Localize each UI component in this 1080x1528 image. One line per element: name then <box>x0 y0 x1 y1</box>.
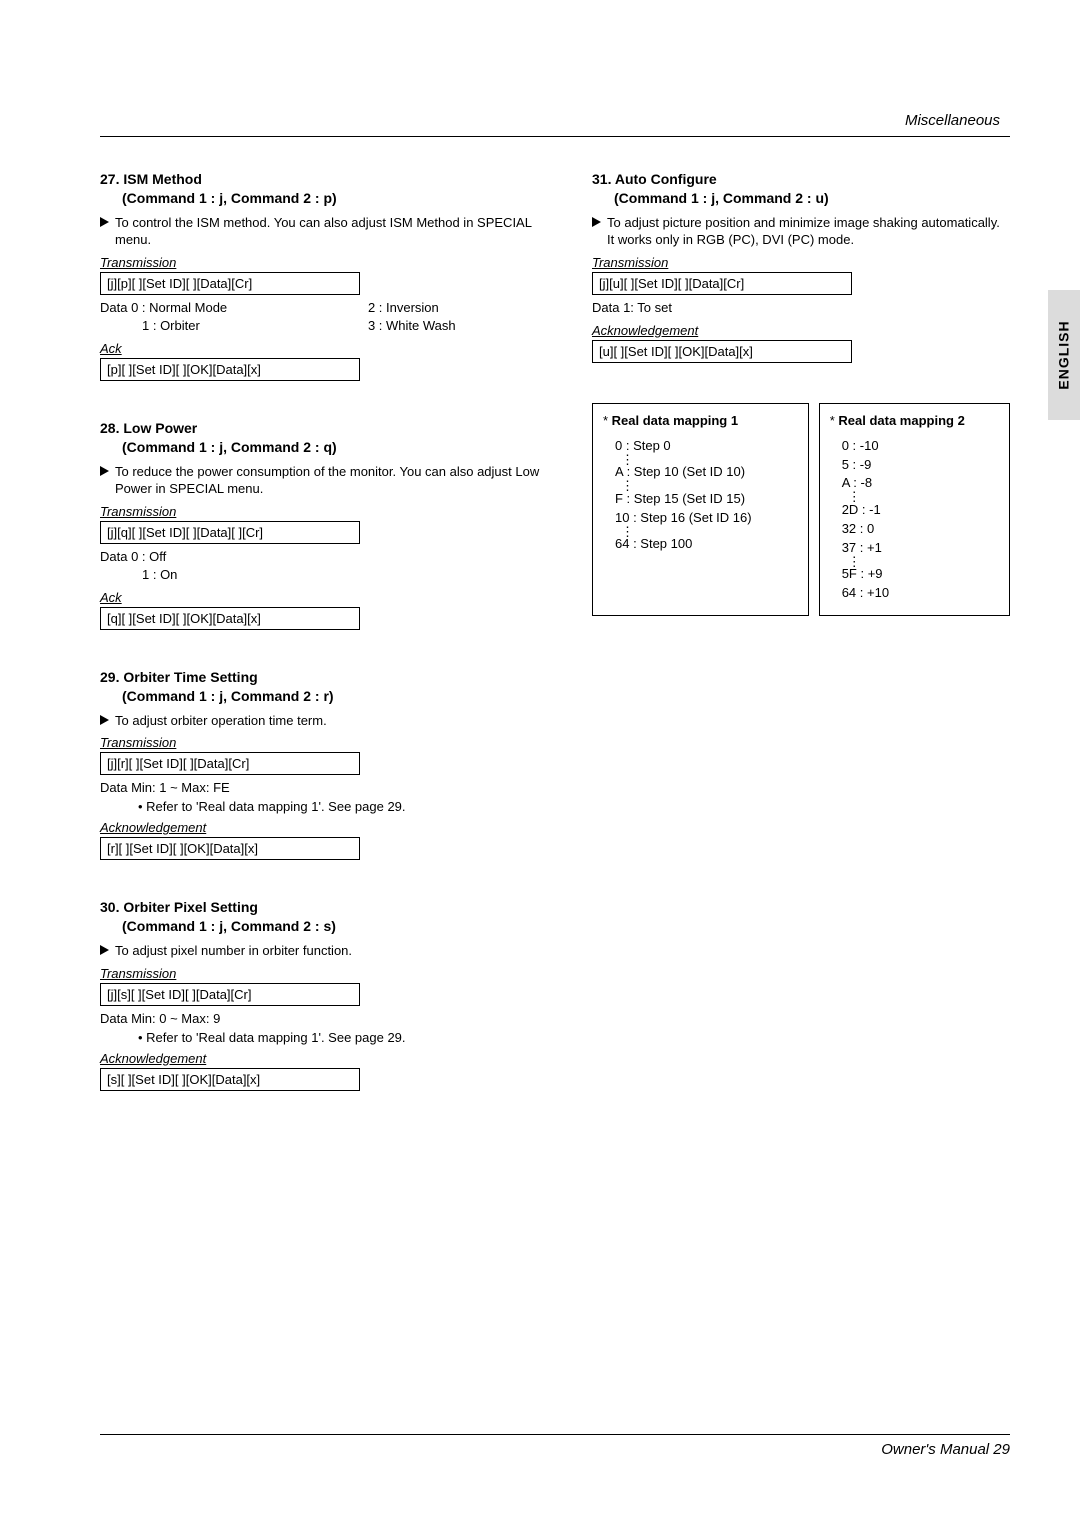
map-row: 64 : +10 <box>842 584 999 603</box>
map-row: A : Step 10 (Set ID 10) <box>615 463 798 482</box>
section-subtitle: (Command 1 : j, Command 2 : q) <box>122 439 562 455</box>
vdots-icon: ⋮ <box>621 482 798 490</box>
data-row: Data Min: 0 ~ Max: 9 <box>100 1010 562 1028</box>
data-row: Data 0 : Off <box>100 548 562 566</box>
map-row: 5 : -9 <box>842 456 999 475</box>
map-row: 64 : Step 100 <box>615 535 798 554</box>
map-title: Real data mapping 2 <box>838 413 964 428</box>
ack-label: Acknowledgement <box>100 820 562 835</box>
map-row: 0 : -10 <box>842 437 999 456</box>
real-data-mapping-1: * Real data mapping 1 0 : Step 0 ⋮ A : S… <box>592 403 809 616</box>
data-values: Data 0 : Normal Mode 1 : Orbiter 2 : Inv… <box>100 299 562 335</box>
section-subtitle: (Command 1 : j, Command 2 : u) <box>614 190 1010 206</box>
data-row: 1 : On <box>142 566 562 584</box>
section-27: 27. ISM Method (Command 1 : j, Command 2… <box>100 170 562 381</box>
section-28: 28. Low Power (Command 1 : j, Command 2 … <box>100 419 562 630</box>
triangle-icon <box>592 217 601 227</box>
map-title: Real data mapping 1 <box>612 413 738 428</box>
ack-code: [r][ ][Set ID][ ][OK][Data][x] <box>100 837 360 860</box>
section-title: 30. Orbiter Pixel Setting <box>100 898 562 918</box>
transmission-code: [j][q][ ][Set ID][ ][Data][ ][Cr] <box>100 521 360 544</box>
vdots-icon: ⋮ <box>621 456 798 464</box>
transmission-label: Transmission <box>592 255 1010 270</box>
data-mapping-tables: * Real data mapping 1 0 : Step 0 ⋮ A : S… <box>592 403 1010 616</box>
ack-code: [q][ ][Set ID][ ][OK][Data][x] <box>100 607 360 630</box>
map-row: 2D : -1 <box>842 501 999 520</box>
section-desc: To adjust pixel number in orbiter functi… <box>100 942 562 960</box>
transmission-label: Transmission <box>100 735 562 750</box>
section-subtitle: (Command 1 : j, Command 2 : s) <box>122 918 562 934</box>
section-subtitle: (Command 1 : j, Command 2 : r) <box>122 688 562 704</box>
section-30: 30. Orbiter Pixel Setting (Command 1 : j… <box>100 898 562 1090</box>
transmission-code: [j][s][ ][Set ID][ ][Data][Cr] <box>100 983 360 1006</box>
map-row: F : Step 15 (Set ID 15) <box>615 490 798 509</box>
page-category: Miscellaneous <box>905 112 1000 129</box>
footer-text: Owner's Manual 29 <box>100 1441 1010 1458</box>
data-row: Data Min: 1 ~ Max: FE <box>100 779 562 797</box>
data-row: Data 0 : Normal Mode <box>100 299 368 317</box>
data-row: 1 : Orbiter <box>142 317 368 335</box>
real-data-mapping-2: * Real data mapping 2 0 : -10 5 : -9 A :… <box>819 403 1010 616</box>
ack-label: Ack <box>100 341 562 356</box>
data-note: • Refer to 'Real data mapping 1'. See pa… <box>138 1030 562 1045</box>
vdots-icon: ⋮ <box>848 558 999 566</box>
map-row: 5F : +9 <box>842 565 999 584</box>
vdots-icon: ⋮ <box>621 528 798 536</box>
section-title: 31. Auto Configure <box>592 170 1010 190</box>
map-row: 37 : +1 <box>842 539 999 558</box>
language-tab-label: ENGLISH <box>1056 320 1072 389</box>
section-desc: To reduce the power consumption of the m… <box>100 463 562 498</box>
section-title: 27. ISM Method <box>100 170 562 190</box>
vdots-icon: ⋮ <box>848 493 999 501</box>
transmission-code: [j][p][ ][Set ID][ ][Data][Cr] <box>100 272 360 295</box>
desc-text: To adjust orbiter operation time term. <box>115 712 327 730</box>
page-footer: Owner's Manual 29 <box>100 1434 1010 1458</box>
section-desc: To control the ISM method. You can also … <box>100 214 562 249</box>
ack-label: Acknowledgement <box>592 323 1010 338</box>
data-note: • Refer to 'Real data mapping 1'. See pa… <box>138 799 562 814</box>
section-subtitle: (Command 1 : j, Command 2 : p) <box>122 190 562 206</box>
transmission-code: [j][u][ ][Set ID][ ][Data][Cr] <box>592 272 852 295</box>
footer-rule <box>100 1434 1010 1435</box>
desc-text: To control the ISM method. You can also … <box>115 214 562 249</box>
section-title: 29. Orbiter Time Setting <box>100 668 562 688</box>
transmission-label: Transmission <box>100 966 562 981</box>
desc-text: To adjust pixel number in orbiter functi… <box>115 942 352 960</box>
data-row: Data 1: To set <box>592 299 1010 317</box>
ack-code: [s][ ][Set ID][ ][OK][Data][x] <box>100 1068 360 1091</box>
desc-text: To reduce the power consumption of the m… <box>115 463 562 498</box>
data-row: 3 : White Wash <box>368 317 562 335</box>
transmission-label: Transmission <box>100 255 562 270</box>
map-row: 0 : Step 0 <box>615 437 798 456</box>
section-31: 31. Auto Configure (Command 1 : j, Comma… <box>592 170 1010 363</box>
triangle-icon <box>100 217 109 227</box>
header-rule <box>100 136 1010 137</box>
language-tab: ENGLISH <box>1048 290 1080 420</box>
triangle-icon <box>100 466 109 476</box>
transmission-label: Transmission <box>100 504 562 519</box>
map-row: 32 : 0 <box>842 520 999 539</box>
transmission-code: [j][r][ ][Set ID][ ][Data][Cr] <box>100 752 360 775</box>
section-desc: To adjust orbiter operation time term. <box>100 712 562 730</box>
ack-code: [p][ ][Set ID][ ][OK][Data][x] <box>100 358 360 381</box>
desc-text: To adjust picture position and minimize … <box>607 214 1010 249</box>
triangle-icon <box>100 945 109 955</box>
ack-label: Acknowledgement <box>100 1051 562 1066</box>
map-row: A : -8 <box>842 474 999 493</box>
section-desc: To adjust picture position and minimize … <box>592 214 1010 249</box>
triangle-icon <box>100 715 109 725</box>
ack-label: Ack <box>100 590 562 605</box>
map-row: 10 : Step 16 (Set ID 16) <box>615 509 798 528</box>
ack-code: [u][ ][Set ID][ ][OK][Data][x] <box>592 340 852 363</box>
data-row: 2 : Inversion <box>368 299 562 317</box>
section-29: 29. Orbiter Time Setting (Command 1 : j,… <box>100 668 562 860</box>
section-title: 28. Low Power <box>100 419 562 439</box>
